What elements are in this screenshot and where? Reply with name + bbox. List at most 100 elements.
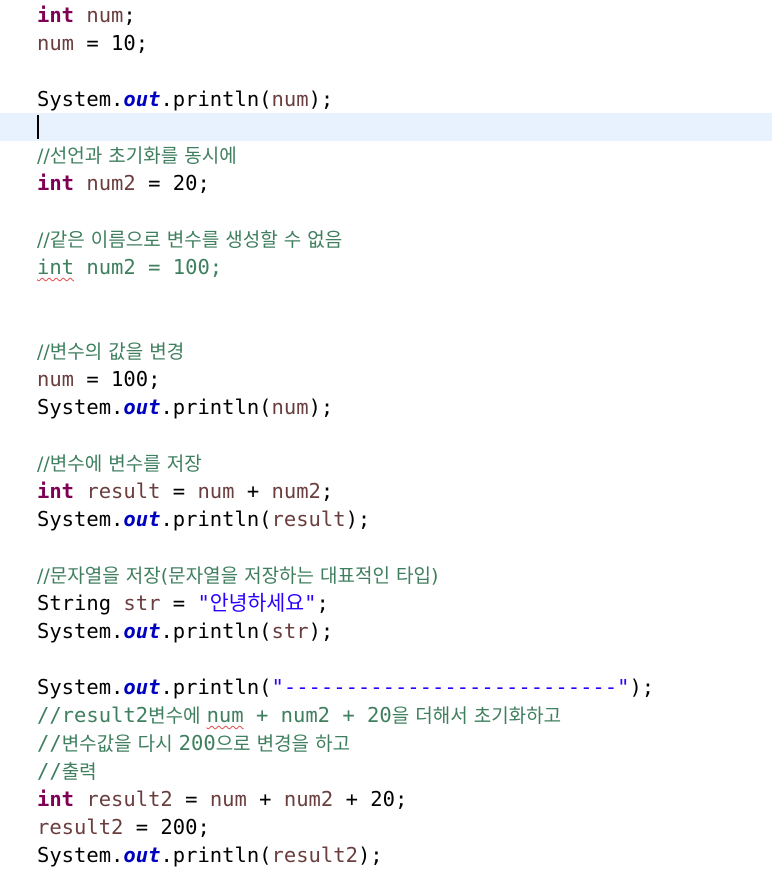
code-token: int bbox=[37, 479, 75, 503]
code-token: num bbox=[206, 703, 244, 727]
current-code-line[interactable] bbox=[0, 113, 772, 141]
code-token: System. bbox=[37, 507, 124, 531]
code-line-text: System.out.println(str); bbox=[37, 617, 333, 645]
code-token: "---------------------------" bbox=[271, 675, 630, 699]
code-token: result2 bbox=[271, 843, 358, 867]
code-token: 을 더해서 초기화하고 bbox=[391, 705, 562, 727]
code-token: .println( bbox=[160, 843, 272, 867]
code-token: + bbox=[234, 479, 272, 503]
code-token: out bbox=[123, 87, 161, 111]
code-token: .println( bbox=[160, 395, 272, 419]
code-token: ); bbox=[357, 843, 383, 867]
code-line-text: //출력 bbox=[37, 757, 97, 786]
code-token: result2 bbox=[37, 815, 124, 839]
code-line[interactable]: num = 100; bbox=[0, 365, 772, 393]
code-token: out bbox=[123, 507, 161, 531]
code-token: num bbox=[197, 479, 235, 503]
code-line[interactable]: String str = "안녕하세요"; bbox=[0, 589, 772, 617]
code-line[interactable] bbox=[0, 645, 772, 673]
code-line[interactable] bbox=[0, 281, 772, 309]
code-token: //문자열을 저장(문자열을 저장하는 대표적인 타입) bbox=[37, 565, 439, 587]
code-token: .println( bbox=[160, 507, 272, 531]
code-line-text: int num2 = 100; bbox=[37, 253, 222, 281]
code-line-text: int result2 = num + num2 + 20; bbox=[37, 785, 407, 813]
code-token: = bbox=[160, 479, 198, 503]
code-token: //변수의 값을 변경 bbox=[37, 341, 185, 363]
code-line[interactable]: //선언과 초기화를 동시에 bbox=[0, 141, 772, 169]
code-token: out bbox=[123, 619, 161, 643]
code-line-text: int num; bbox=[37, 1, 136, 29]
code-line[interactable]: //변수의 값을 변경 bbox=[0, 337, 772, 365]
code-token: ; bbox=[320, 479, 334, 503]
code-line[interactable] bbox=[0, 197, 772, 225]
code-line[interactable]: result2 = 200; bbox=[0, 813, 772, 841]
code-line-text: result2 = 200; bbox=[37, 813, 210, 841]
code-token: int bbox=[37, 255, 75, 279]
code-line[interactable]: System.out.println(result); bbox=[0, 505, 772, 533]
code-token: "안녕하세요" bbox=[197, 591, 317, 615]
code-token: 변수에 bbox=[148, 705, 207, 727]
code-line[interactable]: int num; bbox=[0, 1, 772, 29]
code-token: System. bbox=[37, 395, 124, 419]
code-token: = 10; bbox=[74, 31, 149, 55]
code-line[interactable]: //문자열을 저장(문자열을 저장하는 대표적인 타입) bbox=[0, 561, 772, 589]
code-token: int bbox=[37, 787, 75, 811]
code-token: result bbox=[86, 479, 161, 503]
code-token: str bbox=[271, 619, 309, 643]
code-line[interactable]: num = 10; bbox=[0, 29, 772, 57]
code-line-text: //변수의 값을 변경 bbox=[37, 337, 184, 366]
code-line[interactable]: //같은 이름으로 변수를 생성할 수 없음 bbox=[0, 225, 772, 253]
code-token: + bbox=[246, 787, 284, 811]
code-line[interactable]: System.out.println(str); bbox=[0, 617, 772, 645]
code-token: System. bbox=[37, 87, 124, 111]
code-line-text: //문자열을 저장(문자열을 저장하는 대표적인 타입) bbox=[37, 561, 438, 590]
code-line[interactable]: //출력 bbox=[0, 757, 772, 785]
code-token: result2 bbox=[86, 787, 173, 811]
code-line-text: int num2 = 20; bbox=[37, 169, 210, 197]
code-line-text: num = 100; bbox=[37, 365, 160, 393]
code-line-text: //같은 이름으로 변수를 생성할 수 없음 bbox=[37, 225, 342, 254]
code-token: ); bbox=[308, 87, 334, 111]
code-token: ; bbox=[123, 3, 136, 27]
code-line-text: //선언과 초기화를 동시에 bbox=[37, 141, 237, 170]
code-token: String bbox=[37, 591, 124, 615]
code-token: .println( bbox=[160, 619, 272, 643]
code-line[interactable]: System.out.println(num); bbox=[0, 85, 772, 113]
code-line[interactable] bbox=[0, 57, 772, 85]
code-line-text: System.out.println("--------------------… bbox=[37, 673, 654, 701]
code-line-text: System.out.println(result2); bbox=[37, 841, 383, 869]
code-line-text: //변수값을 다시 200으로 변경을 하고 bbox=[37, 729, 350, 758]
code-token: num2 bbox=[86, 171, 136, 195]
code-token: = bbox=[160, 591, 198, 615]
code-line[interactable]: int num2 = 20; bbox=[0, 169, 772, 197]
code-token: //result2 bbox=[37, 703, 149, 727]
code-token: num2 bbox=[283, 787, 334, 811]
code-token: int bbox=[37, 171, 75, 195]
code-line[interactable]: int result2 = num + num2 + 20; bbox=[0, 785, 772, 813]
code-line[interactable]: int num2 = 100; bbox=[0, 253, 772, 281]
code-line-text: //result2변수에 num + num2 + 20을 더해서 초기화하고 bbox=[37, 701, 561, 730]
code-token: 출력 bbox=[61, 761, 97, 783]
code-token: str bbox=[123, 591, 161, 615]
code-token: .println( bbox=[160, 87, 272, 111]
code-token: ); bbox=[308, 395, 334, 419]
text-caret bbox=[37, 115, 39, 139]
code-line[interactable]: //변수에 변수를 저장 bbox=[0, 449, 772, 477]
code-line[interactable] bbox=[0, 533, 772, 561]
code-token: num bbox=[37, 31, 75, 55]
code-line[interactable]: int result = num + num2; bbox=[0, 477, 772, 505]
code-line-text: num = 10; bbox=[37, 29, 148, 57]
code-editor[interactable]: int num; num = 10; System.out.println(num)… bbox=[0, 0, 772, 895]
code-line[interactable]: System.out.println(num); bbox=[0, 393, 772, 421]
code-line-text: String str = "안녕하세요"; bbox=[37, 589, 329, 617]
code-line[interactable]: //변수값을 다시 200으로 변경을 하고 bbox=[0, 729, 772, 757]
code-line[interactable] bbox=[0, 421, 772, 449]
code-line[interactable]: System.out.println("--------------------… bbox=[0, 673, 772, 701]
code-line[interactable] bbox=[0, 309, 772, 337]
code-line[interactable]: System.out.println(result2); bbox=[0, 841, 772, 869]
code-token: int bbox=[37, 3, 75, 27]
code-token: //변수에 변수를 저장 bbox=[37, 453, 202, 475]
code-line[interactable]: //result2변수에 num + num2 + 20을 더해서 초기화하고 bbox=[0, 701, 772, 729]
